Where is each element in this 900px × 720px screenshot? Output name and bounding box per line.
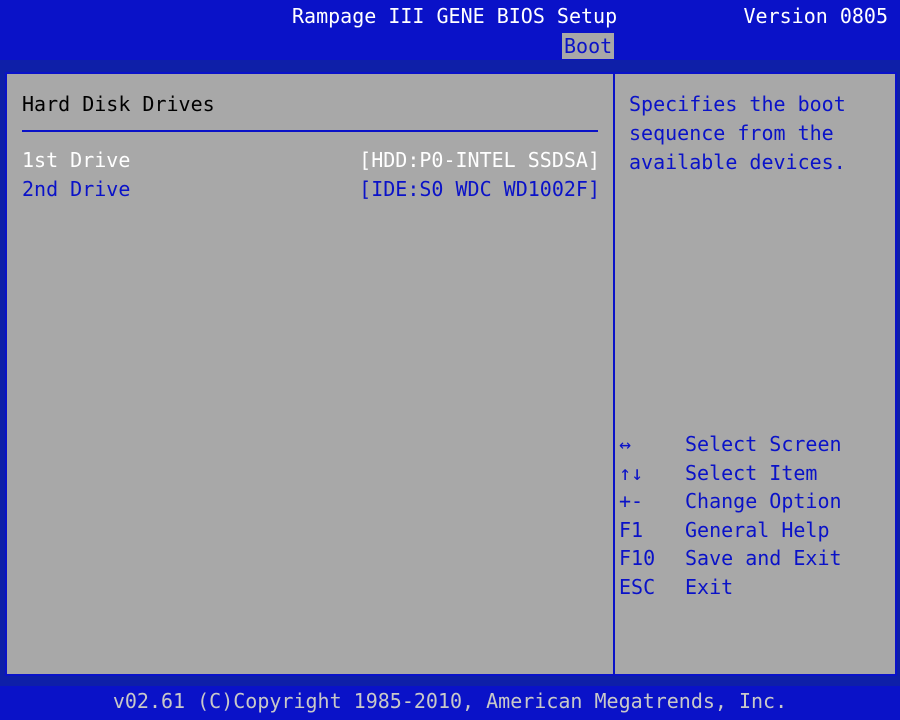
key-description: Exit [685, 574, 734, 599]
key-description: Select Screen [685, 432, 842, 456]
main-panel: Hard Disk Drives 1st Drive [HDD:P0-INTEL… [5, 72, 897, 676]
section-title: Hard Disk Drives [22, 92, 215, 116]
copyright-footer: v02.61 (C)Copyright 1985-2010, American … [0, 686, 900, 720]
key-description: Select Item [685, 460, 818, 485]
key-plus-minus: +- [619, 489, 644, 514]
key-esc: ESC [619, 574, 656, 599]
boot-item-value[interactable]: [IDE:S0 WDC WD1002F] [359, 177, 600, 201]
tab-boot[interactable]: Boot [562, 33, 615, 59]
boot-item-label: 2nd Drive [22, 177, 131, 201]
panel-divider [613, 74, 615, 674]
key-description: Change Option [685, 489, 842, 514]
boot-item-label: 1st Drive [22, 148, 131, 172]
boot-item-2nd-drive[interactable]: 2nd Drive [IDE:S0 WDC WD1002F] [22, 177, 600, 205]
section-divider [22, 130, 598, 132]
key-description: Save and Exit [685, 546, 842, 571]
bios-title: Rampage III GENE BIOS Setup [292, 4, 618, 28]
boot-item-value[interactable]: [HDD:P0-INTEL SSDSA] [359, 148, 600, 172]
boot-item-1st-drive[interactable]: 1st Drive [HDD:P0-INTEL SSDSA] [22, 148, 600, 176]
key-f10: F10 [619, 546, 656, 571]
bios-version: Version 0805 [743, 4, 889, 28]
left-right-arrow-icon: ↔ [619, 432, 632, 456]
key-f1: F1 [619, 517, 644, 542]
key-description: General Help [685, 517, 830, 542]
up-down-arrow-icon: ↑↓ [619, 460, 644, 485]
title-bar: Rampage III GENE BIOS Setup Version 0805 [0, 0, 900, 32]
menu-bar: Boot [0, 32, 900, 60]
help-text: Specifies the boot sequence from the ava… [629, 92, 846, 174]
